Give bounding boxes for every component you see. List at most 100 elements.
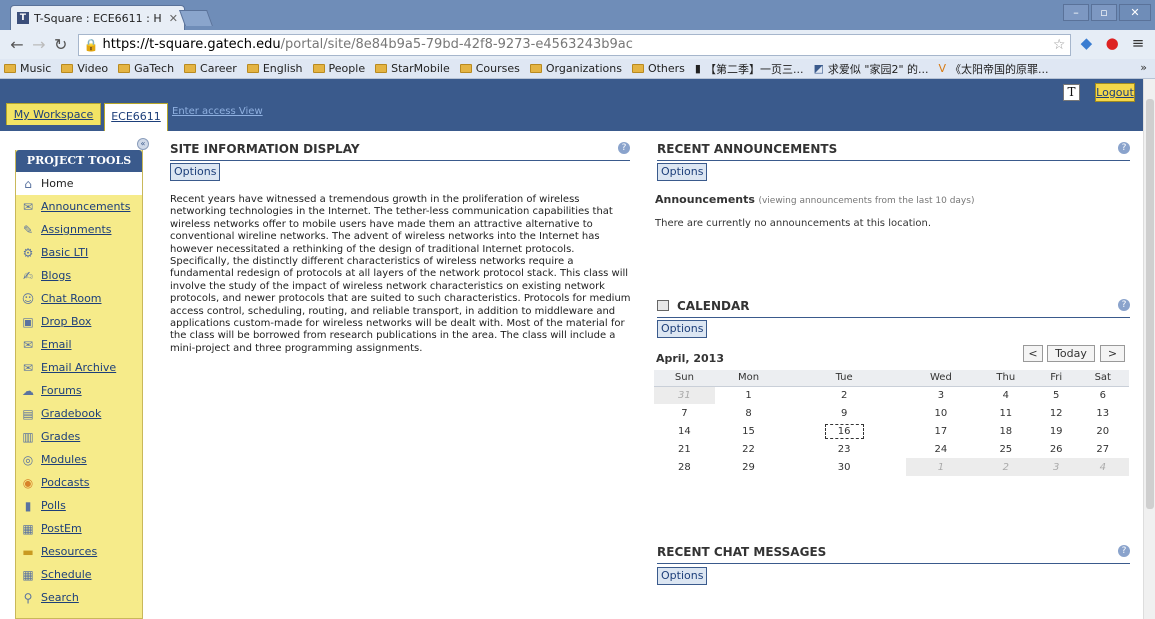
minimize-button[interactable]: – [1063,4,1089,21]
calendar-day[interactable]: 22 [715,440,782,458]
tool-chat-room[interactable]: ☺ Chat Room [16,287,142,310]
tool-blogs[interactable]: ✍ Blogs [16,264,142,287]
bookmark-page-3[interactable]: V 《太阳帝国的原罪... [939,61,1049,77]
help-icon[interactable]: ? [1118,142,1130,154]
tool-postem[interactable]: ▦ PostEm [16,517,142,540]
bookmark-page-1[interactable]: ▮ 【第二季】一页三... [695,61,804,77]
logout-button[interactable]: Logout [1095,83,1135,102]
calendar-day[interactable]: 23 [782,440,906,458]
calendar-day[interactable]: 4 [976,386,1036,404]
tool-announcements[interactable]: ✉ Announcements [16,195,142,218]
back-arrow-icon[interactable]: ← [6,35,28,54]
calendar-day[interactable]: 15 [715,422,782,440]
help-icon[interactable]: ? [1118,299,1130,311]
calendar-prev-button[interactable]: < [1023,345,1043,362]
calendar-day[interactable]: 1 [906,458,976,476]
close-window-button[interactable]: ✕ [1119,4,1151,21]
url-input[interactable]: 🔒 https://t-square.gatech.edu /portal/si… [77,33,1072,56]
tab-ece6611[interactable]: ECE6611 [104,103,168,131]
new-tab-button[interactable] [179,10,213,26]
tool-forums[interactable]: ☁ Forums [16,379,142,402]
calendar-day[interactable]: 2 [975,458,1036,476]
bookmark-gatech[interactable]: GaTech [118,62,174,75]
calendar-day[interactable]: 19 [1036,422,1077,440]
calendar-day[interactable]: 5 [1036,386,1077,404]
calendar-day-today[interactable]: 16 [782,422,906,440]
opera-extension-icon[interactable]: ● [1101,34,1123,56]
calendar-day[interactable]: 12 [1036,404,1077,422]
calendar-day[interactable]: 2 [782,386,906,404]
tool-email[interactable]: ✉ Email [16,333,142,356]
bookmark-organizations[interactable]: Organizations [529,62,622,75]
bookmark-english[interactable]: English [246,62,303,75]
tool-search[interactable]: ⚲ Search [16,586,142,609]
calendar-day[interactable]: 6 [1077,386,1129,404]
menu-icon[interactable]: ≡ [1127,34,1149,56]
collapse-tools-icon[interactable]: « [137,138,149,150]
tool-schedule[interactable]: ▦ Schedule [16,563,142,586]
bookmark-people[interactable]: People [312,62,365,75]
tool-podcasts[interactable]: ◉ Podcasts [16,471,142,494]
tool-drop-box[interactable]: ▣ Drop Box [16,310,142,333]
calendar-day[interactable]: 28 [654,458,715,476]
bookmark-video[interactable]: Video [61,62,108,75]
bookmark-career[interactable]: Career [184,62,237,75]
calendar-day[interactable]: 13 [1077,404,1129,422]
calendar-day[interactable]: 14 [654,422,715,440]
calendar-day[interactable]: 21 [654,440,715,458]
tool-home[interactable]: ⌂ Home [16,172,142,195]
tool-assignments[interactable]: ✎ Assignments [16,218,142,241]
text-size-icon[interactable]: T [1063,84,1080,101]
calendar-day[interactable]: 4 [1076,458,1129,476]
tool-polls[interactable]: ▮ Polls [16,494,142,517]
calendar-day[interactable]: 8 [715,404,782,422]
bookmark-star-icon[interactable]: ☆ [1053,37,1066,53]
calendar-day[interactable]: 24 [906,440,976,458]
calendar-options-button[interactable]: Options [657,320,708,338]
tab-my-workspace[interactable]: My Workspace [6,103,101,125]
calendar-day[interactable]: 3 [906,386,976,404]
calendar-next-button[interactable]: > [1100,345,1125,362]
tool-gradebook[interactable]: ▤ Gradebook [16,402,142,425]
calendar-day[interactable]: 10 [906,404,976,422]
tab-close-icon[interactable]: ✕ [169,12,178,25]
calendar-day[interactable]: 7 [654,404,715,422]
bookmarks-overflow-icon[interactable]: » [1140,61,1147,74]
bookmark-page-2[interactable]: ◩ 求爱似 "家园2" 的... [813,61,928,77]
tool-modules[interactable]: ◎ Modules [16,448,142,471]
browser-tab[interactable]: T T-Square : ECE6611 : H ✕ [10,5,185,30]
extension-icon[interactable]: ◆ [1075,34,1097,56]
bookmark-others[interactable]: Others [631,62,685,75]
bookmark-music[interactable]: Music [4,62,51,75]
reload-icon[interactable]: ↻ [50,35,72,54]
chat-options-button[interactable]: Options [657,567,708,585]
calendar-today-button[interactable]: Today [1047,345,1095,362]
enter-access-view-link[interactable]: Enter access View [172,106,263,117]
calendar-day[interactable]: 31 [654,386,715,404]
help-icon[interactable]: ? [618,142,630,154]
calendar-day[interactable]: 27 [1077,440,1129,458]
calendar-day[interactable]: 9 [782,404,906,422]
tool-email-archive[interactable]: ✉ Email Archive [16,356,142,379]
tool-grades[interactable]: ▥ Grades [16,425,142,448]
maximize-button[interactable]: ▫ [1091,4,1117,21]
bookmark-courses[interactable]: Courses [459,62,520,75]
page-scrollbar[interactable] [1143,79,1155,619]
calendar-day[interactable]: 20 [1077,422,1129,440]
calendar-day[interactable]: 17 [906,422,976,440]
forward-arrow-icon[interactable]: → [28,35,50,54]
tool-basic-lti[interactable]: ⚙ Basic LTI [16,241,142,264]
help-icon[interactable]: ? [1118,545,1130,557]
calendar-day[interactable]: 1 [715,386,782,404]
calendar-day[interactable]: 11 [976,404,1036,422]
site-info-options-button[interactable]: Options [170,163,221,181]
tool-resources[interactable]: ▬ Resources [16,540,142,563]
calendar-day[interactable]: 3 [1035,458,1077,476]
calendar-day[interactable]: 25 [976,440,1036,458]
calendar-day[interactable]: 30 [782,458,906,476]
bookmark-starmobile[interactable]: StarMobile [375,62,450,75]
calendar-day[interactable]: 29 [715,458,782,476]
calendar-day[interactable]: 26 [1036,440,1077,458]
calendar-day[interactable]: 18 [976,422,1036,440]
scrollbar-thumb[interactable] [1146,99,1154,509]
